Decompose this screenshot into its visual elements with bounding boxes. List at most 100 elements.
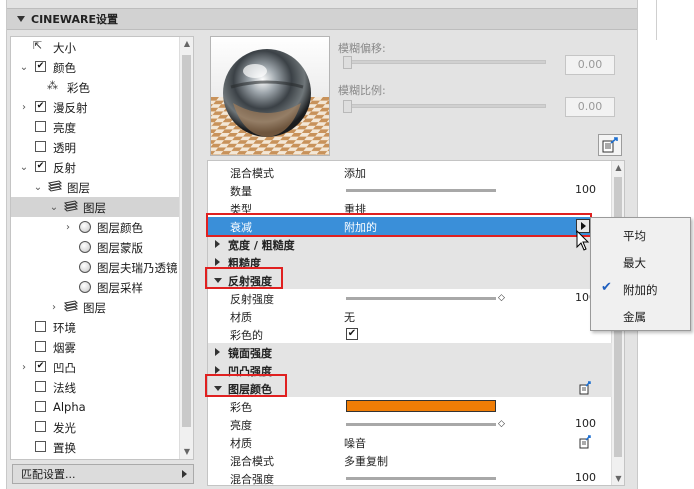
tree-item-7[interactable]: ⌄ 图层 xyxy=(11,177,179,197)
menu-item-0[interactable]: 平均 xyxy=(591,222,690,248)
property-row[interactable]: 衰减 附加的 xyxy=(208,217,612,235)
tree-item-20[interactable]: 置换 xyxy=(11,437,179,457)
property-value[interactable]: 多重复制 xyxy=(344,453,388,469)
chevron-down-icon[interactable]: ⌄ xyxy=(19,162,29,173)
checkbox[interactable] xyxy=(35,381,46,392)
tree-item-12[interactable]: 图层采样 xyxy=(11,277,179,297)
section-header[interactable]: 镜面强度 xyxy=(208,343,612,361)
blur-scale-slider-knob[interactable] xyxy=(343,100,352,113)
tree-scrollbar[interactable]: ▲ ▼ xyxy=(179,37,193,459)
scroll-up-icon[interactable]: ▲ xyxy=(612,163,624,172)
menu-item-1[interactable]: 最大 xyxy=(591,249,690,275)
tree-item-11[interactable]: 图层夫瑞乃透镜 xyxy=(11,257,179,277)
chevron-right-icon[interactable]: › xyxy=(19,102,29,113)
checkbox[interactable] xyxy=(35,321,46,332)
menu-item-2[interactable]: ✔ 附加的 xyxy=(591,276,690,302)
section-header[interactable]: 反射强度 xyxy=(208,271,612,289)
section-header[interactable]: 粗糙度 xyxy=(208,253,612,271)
property-row[interactable]: 混合强度 100 xyxy=(208,469,612,485)
panel-title-bar[interactable]: CINEWARE设置 xyxy=(7,8,637,30)
blur-scale-field[interactable]: 0.00 xyxy=(565,97,615,117)
section-header[interactable]: 凹凸强度 xyxy=(208,361,612,379)
tree-item-5[interactable]: 透明 xyxy=(11,137,179,157)
edit-texture-icon[interactable] xyxy=(578,434,592,449)
tree-item-8[interactable]: ⌄ 图层 xyxy=(11,197,179,217)
checkbox[interactable] xyxy=(35,121,46,132)
property-row[interactable]: 反射强度 ◇ 100 xyxy=(208,289,612,307)
blur-scale-slider[interactable] xyxy=(346,104,546,108)
tree-item-0[interactable]: ⇱ 大小 xyxy=(11,37,179,57)
chevron-down-icon[interactable]: ⌄ xyxy=(19,62,29,73)
property-value[interactable]: 添加 xyxy=(344,165,366,181)
tree-item-17[interactable]: 法线 xyxy=(11,377,179,397)
section-header[interactable]: 图层颜色 xyxy=(208,379,612,397)
property-row[interactable]: 亮度 ◇ 100 xyxy=(208,415,612,433)
property-value[interactable]: 重排 xyxy=(344,201,366,217)
property-row[interactable]: 类型 重排 xyxy=(208,199,612,217)
property-number[interactable]: 100 xyxy=(575,471,596,484)
tree-item-14[interactable]: 环境 xyxy=(11,317,179,337)
triangle-right-icon[interactable] xyxy=(215,258,220,266)
tree-item-19[interactable]: 发光 xyxy=(11,417,179,437)
property-row[interactable]: 混合模式 添加 xyxy=(208,163,612,181)
collapse-triangle-icon[interactable] xyxy=(17,16,25,22)
tree-item-4[interactable]: 亮度 xyxy=(11,117,179,137)
checkbox[interactable] xyxy=(35,341,46,352)
blur-offset-slider-knob[interactable] xyxy=(343,56,352,69)
tree-item-10[interactable]: 图层蒙版 xyxy=(11,237,179,257)
menu-item-3[interactable]: 金属 xyxy=(591,303,690,329)
scroll-down-icon[interactable]: ▼ xyxy=(612,474,624,483)
triangle-down-icon[interactable] xyxy=(214,278,222,283)
property-row[interactable]: 彩色 xyxy=(208,397,612,415)
tree-item-6[interactable]: ⌄ ✔ 反射 xyxy=(11,157,179,177)
chevron-right-icon[interactable]: › xyxy=(49,302,59,313)
checkbox[interactable]: ✔ xyxy=(35,361,46,372)
tree-scrollbar-thumb[interactable] xyxy=(182,55,191,427)
tree-item-3[interactable]: › ✔ 漫反射 xyxy=(11,97,179,117)
section-header[interactable]: 宽度 / 粗糙度 xyxy=(208,235,612,253)
edit-texture-button[interactable] xyxy=(598,134,622,156)
checkbox[interactable] xyxy=(35,421,46,432)
triangle-right-icon[interactable] xyxy=(215,240,220,248)
colored-checkbox[interactable]: ✔ xyxy=(346,328,358,340)
tree-item-16[interactable]: › ✔ 凹凸 xyxy=(11,357,179,377)
property-row[interactable]: 混合模式 多重复制 xyxy=(208,451,612,469)
chevron-right-icon[interactable]: › xyxy=(19,362,29,373)
checkbox[interactable] xyxy=(35,401,46,412)
property-value[interactable]: 无 xyxy=(344,309,355,325)
property-row[interactable]: 数量 100 xyxy=(208,181,612,199)
triangle-right-icon[interactable] xyxy=(215,366,220,374)
property-number[interactable]: 100 xyxy=(575,417,596,430)
value-slider[interactable] xyxy=(346,297,496,300)
checkbox[interactable]: ✔ xyxy=(35,101,46,112)
blur-offset-slider[interactable] xyxy=(346,60,546,64)
value-slider[interactable] xyxy=(346,477,496,480)
tree-item-13[interactable]: › 图层 xyxy=(11,297,179,317)
tree-item-18[interactable]: Alpha xyxy=(11,397,179,417)
value-slider[interactable] xyxy=(346,189,496,192)
chevron-down-icon[interactable]: ⌄ xyxy=(33,182,43,193)
match-settings-button[interactable]: 匹配设置... xyxy=(12,464,194,484)
property-value[interactable]: 附加的 xyxy=(344,219,377,235)
checkbox[interactable]: ✔ xyxy=(35,61,46,72)
property-number[interactable]: 100 xyxy=(575,183,596,196)
slider-knob-icon[interactable]: ◇ xyxy=(498,419,505,429)
chevron-down-icon[interactable]: ⌄ xyxy=(49,202,59,213)
checkbox[interactable] xyxy=(35,141,46,152)
tree-item-1[interactable]: ⌄ ✔ 颜色 xyxy=(11,57,179,77)
checkbox[interactable] xyxy=(35,441,46,452)
chevron-right-icon[interactable]: › xyxy=(63,222,73,233)
property-row[interactable]: 材质 噪音 xyxy=(208,433,612,451)
value-slider[interactable] xyxy=(346,423,496,426)
checkbox[interactable]: ✔ xyxy=(35,161,46,172)
property-value[interactable]: 噪音 xyxy=(344,435,366,451)
tree-item-2[interactable]: ⁂ 彩色 xyxy=(11,77,179,97)
scroll-down-icon[interactable]: ▼ xyxy=(180,445,194,459)
blur-offset-field[interactable]: 0.00 xyxy=(565,55,615,75)
property-row[interactable]: 材质 无 xyxy=(208,307,612,325)
tree-item-9[interactable]: › 图层颜色 xyxy=(11,217,179,237)
slider-knob-icon[interactable]: ◇ xyxy=(498,293,505,303)
tree-item-15[interactable]: 烟雾 xyxy=(11,337,179,357)
edit-texture-icon[interactable] xyxy=(578,380,592,395)
scroll-up-icon[interactable]: ▲ xyxy=(180,37,194,51)
